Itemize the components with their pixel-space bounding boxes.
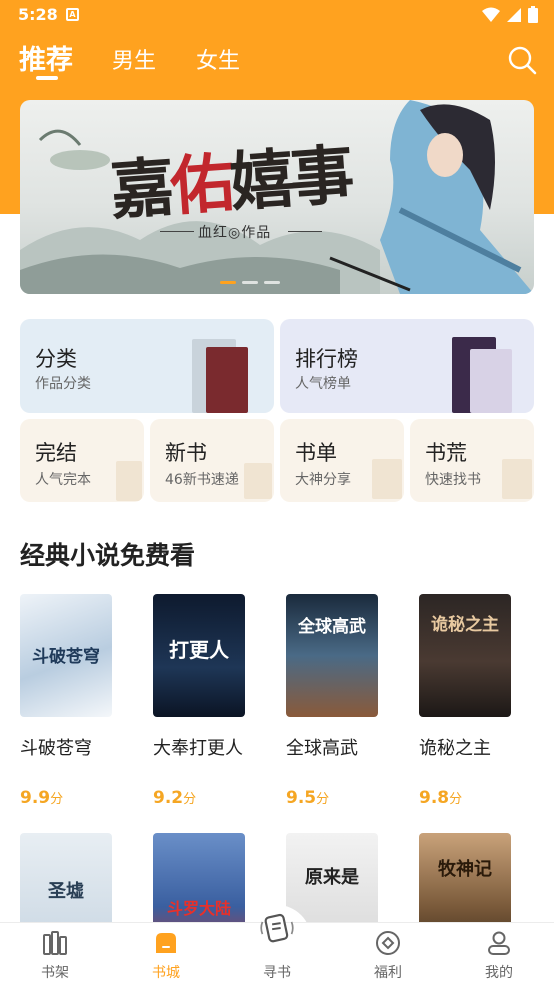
cover-title: 全球高武 [298,617,366,637]
book-list-subtitle: 大神分享 [295,472,351,488]
bottom-navigation: 书架 书城 寻书 福利 我的 [0,913,554,984]
cover-title: 原来是 [305,867,359,888]
nav-bookshelf[interactable]: 书架 [15,923,95,984]
new-books-card[interactable]: 新书 46新书速递 [150,419,274,502]
book-name: 斗破苍穹 [20,738,92,759]
nav-label-bookstore: 书城 [152,965,180,981]
active-tab-indicator [36,76,58,80]
nav-label-find-book: 寻书 [263,965,291,981]
banner-divider-right [288,231,322,232]
banner-divider-left [160,231,194,232]
book-score: 9.9分 [20,788,64,808]
category-card[interactable]: 分类 作品分类 [20,319,274,413]
book-hunt-title: 书荒 [425,441,467,465]
book-name: 大奉打更人 [153,738,243,759]
category-book-art [206,347,248,413]
cover-title: 圣墟 [48,881,84,902]
bookshelf-icon [43,931,67,955]
book-hunt-subtitle: 快速找书 [425,472,481,488]
profile-icon [488,931,510,955]
bookstore-icon [156,933,176,953]
new-books-deco [244,463,272,499]
tab-female[interactable]: 女生 [196,43,240,75]
banner-author: 血红◎作品 [198,225,272,241]
battery-icon [528,6,538,23]
cover-title: 打更人 [169,638,229,662]
banner-title: 嘉佑嬉事 [108,137,353,230]
search-icon[interactable] [506,44,538,76]
finished-card[interactable]: 完结 人气完本 [20,419,144,502]
finished-subtitle: 人气完本 [35,472,91,488]
nav-find-book[interactable]: 寻书 [237,913,317,984]
channel-tabs: 推荐 男生 女生 [0,38,554,86]
cover-title: 牧神记 [438,859,492,880]
finished-title: 完结 [35,441,77,465]
book-name: 全球高武 [286,738,358,759]
pagination-dot [242,281,258,284]
book-score: 9.2分 [153,788,197,808]
cover-title: 斗破苍穹 [32,647,100,667]
status-time: 5:28 [18,5,58,24]
nav-label-welfare: 福利 [374,965,402,981]
wifi-icon [482,7,500,22]
cover-title: 诡秘之主 [431,615,499,635]
bookstore-screen: 5:28 A 推荐 男生 女生 嘉佑嬉事 血红◎作品 分类 作品分类 排行榜 人… [0,0,554,984]
book-list-deco [372,459,402,499]
section-title: 经典小说免费看 [20,541,196,570]
book-list-card[interactable]: 书单 大神分享 [280,419,404,502]
pagination-dot [220,281,236,284]
book-cover: 斗破苍穹 [20,594,112,717]
book-name: 诡秘之主 [419,738,491,759]
status-icons [482,6,538,23]
promo-banner[interactable]: 嘉佑嬉事 血红◎作品 [20,100,534,294]
finished-deco [116,461,142,501]
book-score: 9.8分 [419,788,463,808]
status-bar: 5:28 A [0,0,554,30]
ranking-title: 排行榜 [295,347,358,371]
book-cover: 诡秘之主 [419,594,511,717]
book-cover: 全球高武 [286,594,378,717]
nav-profile[interactable]: 我的 [459,923,539,984]
book-hunt-card[interactable]: 书荒 快速找书 [410,419,534,502]
book-score: 9.5分 [286,788,330,808]
find-book-icon [260,913,294,943]
new-books-subtitle: 46新书速递 [165,472,239,488]
tab-recommend[interactable]: 推荐 [19,38,73,77]
welfare-icon [376,931,400,955]
category-subtitle: 作品分类 [35,376,91,392]
app-notification-icon: A [66,8,79,21]
signal-icon [507,7,521,22]
book-hunt-deco [502,459,532,499]
nav-welfare[interactable]: 福利 [348,923,428,984]
book-list-title: 书单 [295,441,337,465]
new-books-title: 新书 [165,441,207,465]
tab-male[interactable]: 男生 [112,43,156,75]
cover-title: 斗罗大陆 [166,899,231,918]
nav-bookstore[interactable]: 书城 [126,923,206,984]
book-cover: 打更人 [153,594,245,717]
ranking-card[interactable]: 排行榜 人气榜单 [280,319,534,413]
banner-pagination [220,281,280,284]
pagination-dot [264,281,280,284]
nav-label-profile: 我的 [485,965,513,981]
ranking-subtitle: 人气榜单 [295,376,351,392]
nav-label-bookshelf: 书架 [41,965,69,981]
category-title: 分类 [35,347,77,371]
ranking-book-art [470,349,512,413]
